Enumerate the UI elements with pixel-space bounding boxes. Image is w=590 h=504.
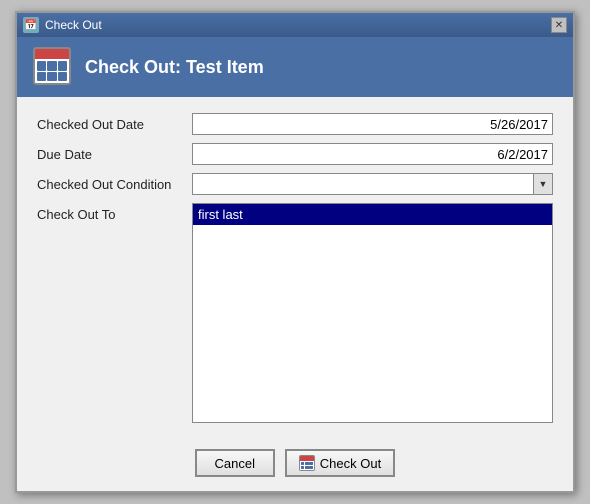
checked-out-condition-label: Checked Out Condition — [37, 177, 192, 192]
due-date-row: Due Date — [37, 143, 553, 165]
dialog-header-icon — [33, 47, 73, 87]
check-out-to-row: Check Out To first last — [37, 203, 553, 423]
title-bar-text: Check Out — [45, 18, 102, 32]
checked-out-date-label: Checked Out Date — [37, 117, 192, 132]
checkout-button[interactable]: Check Out — [285, 449, 395, 477]
checkout-dot — [305, 466, 309, 469]
window-icon: 📅 — [23, 17, 39, 33]
cancel-label: Cancel — [215, 456, 255, 471]
title-bar-left: 📅 Check Out — [23, 17, 102, 33]
calendar-icon — [33, 47, 71, 85]
checkout-dot — [309, 466, 313, 469]
title-bar: 📅 Check Out ✕ — [17, 13, 573, 37]
calendar-icon-top — [35, 49, 69, 59]
calendar-dot — [37, 72, 46, 82]
dialog-footer: Cancel Check Out — [17, 439, 573, 491]
dialog-body: Checked Out Date Due Date Checked Out Co… — [17, 97, 573, 439]
check-out-to-label: Check Out To — [37, 203, 192, 222]
condition-dropdown-wrapper: ▼ — [192, 173, 553, 195]
close-button[interactable]: ✕ — [551, 17, 567, 33]
checkout-button-icon — [299, 455, 315, 471]
checkout-dot — [309, 462, 313, 465]
condition-dropdown[interactable] — [192, 173, 553, 195]
checkout-label: Check Out — [320, 456, 381, 471]
dialog-header: Check Out: Test Item — [17, 37, 573, 97]
list-item[interactable]: first last — [193, 204, 552, 225]
due-date-input[interactable] — [192, 143, 553, 165]
due-date-label: Due Date — [37, 147, 192, 162]
calendar-dot — [58, 72, 67, 82]
checked-out-condition-row: Checked Out Condition ▼ — [37, 173, 553, 195]
checkout-icon-body — [300, 461, 314, 470]
calendar-dot — [47, 72, 56, 82]
dialog-window: 📅 Check Out ✕ Check Out: Test Item — [15, 11, 575, 493]
calendar-dot — [37, 61, 46, 71]
cancel-button[interactable]: Cancel — [195, 449, 275, 477]
dropdown-arrow-icon[interactable]: ▼ — [533, 173, 553, 195]
calendar-dot — [58, 61, 67, 71]
check-out-to-list[interactable]: first last — [192, 203, 553, 423]
checkout-dot — [305, 462, 309, 465]
checkout-dot — [301, 466, 305, 469]
dialog-title: Check Out: Test Item — [85, 57, 264, 78]
checkout-dot — [301, 462, 305, 465]
calendar-dot — [47, 61, 56, 71]
checked-out-date-input[interactable] — [192, 113, 553, 135]
check-out-to-section: Check Out To first last — [37, 203, 553, 423]
checked-out-date-row: Checked Out Date — [37, 113, 553, 135]
calendar-icon-body — [35, 59, 69, 83]
